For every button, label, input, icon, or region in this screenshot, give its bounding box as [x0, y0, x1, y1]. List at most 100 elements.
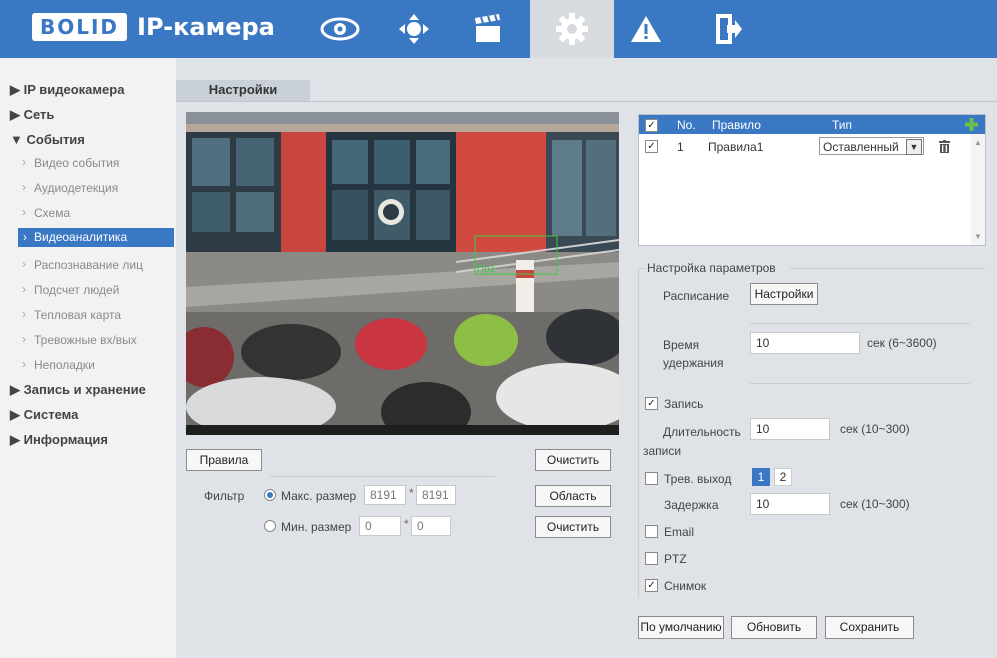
- params-border-top-b: [790, 268, 985, 269]
- sidebar-section-system[interactable]: ▶ Система: [10, 407, 78, 423]
- tab-bar: Настройки: [176, 80, 997, 102]
- save-button[interactable]: Сохранить: [825, 616, 914, 639]
- eye-icon: [320, 17, 360, 41]
- filter-divider: [270, 476, 495, 477]
- record-label: Запись: [664, 397, 704, 411]
- table-row[interactable]: ✓ 1 Правила1 Оставленный ▼: [639, 137, 969, 157]
- detection-rule-label: Пр1: [477, 264, 496, 275]
- alarm-out-2-toggle[interactable]: 2: [774, 468, 792, 486]
- rules-button[interactable]: Правила: [186, 449, 262, 471]
- hold-time-range: сек (6~3600): [867, 336, 937, 350]
- sidebar-item-heat-map[interactable]: Тепловая карта: [22, 307, 121, 322]
- camera-scene-image: Пр1: [186, 112, 619, 435]
- snapshot-checkbox[interactable]: ✓: [645, 579, 658, 592]
- top-bar: BOLID IP-камера: [0, 0, 997, 59]
- schedule-settings-button[interactable]: Настройки: [750, 283, 818, 305]
- delay-input[interactable]: 10: [750, 493, 830, 515]
- scroll-down-icon[interactable]: ▼: [974, 232, 982, 241]
- alarm-nav[interactable]: [604, 0, 688, 58]
- record-duration-label-2: записи: [643, 444, 682, 458]
- sidebar-section-info[interactable]: ▶ Информация: [10, 432, 108, 448]
- clear-button-bottom[interactable]: Очистить: [535, 516, 611, 538]
- times-sign: *: [409, 486, 414, 500]
- delay-range: сек (10~300): [840, 497, 910, 511]
- ptz-nav[interactable]: [372, 0, 456, 58]
- clapperboard-icon: [475, 14, 500, 42]
- max-size-radio[interactable]: [264, 489, 276, 501]
- row-rule-name[interactable]: Правила1: [708, 140, 763, 154]
- params-legend: Настройка параметров: [647, 261, 776, 275]
- params-border-top-a: [638, 268, 646, 269]
- min-height-input[interactable]: 0: [411, 516, 451, 536]
- row-checkbox[interactable]: ✓: [645, 140, 658, 153]
- max-height-input[interactable]: 8191: [416, 485, 456, 505]
- min-size-label: Мин. размер: [281, 520, 352, 534]
- product-title: IP-камера: [137, 13, 275, 41]
- sidebar-section-network[interactable]: ▶ Сеть: [10, 107, 54, 123]
- sidebar-item-video-events[interactable]: Видео события: [22, 155, 119, 170]
- min-width-input[interactable]: 0: [359, 516, 401, 536]
- sidebar-section-ip-camera[interactable]: ▶ IP видеокамера: [10, 82, 124, 98]
- logout-icon: [716, 14, 742, 44]
- live-view-nav[interactable]: [298, 0, 382, 58]
- alarm-out-label: Трев. выход: [664, 472, 732, 486]
- hold-time-label: Время: [663, 338, 700, 352]
- warning-icon: [631, 16, 661, 42]
- playback-nav[interactable]: [446, 0, 530, 58]
- hold-time-input[interactable]: 10: [750, 332, 860, 354]
- settings-nav[interactable]: [530, 0, 614, 58]
- divider-1: [750, 323, 970, 324]
- times-sign-2: *: [404, 517, 409, 531]
- sidebar-item-scheme[interactable]: Схема: [22, 205, 70, 220]
- delay-label: Задержка: [664, 498, 719, 512]
- video-preview[interactable]: Пр1: [186, 112, 619, 435]
- sidebar-item-people-counting[interactable]: Подсчет людей: [22, 282, 119, 297]
- logo: BOLID IP-камера: [32, 13, 275, 41]
- refresh-button[interactable]: Обновить: [731, 616, 817, 639]
- default-button[interactable]: По умолчанию: [638, 616, 724, 639]
- rule-type-value: Оставленный: [823, 140, 899, 154]
- rules-table-header: ✓ No. Правило Тип: [639, 115, 985, 134]
- area-button[interactable]: Область: [535, 485, 611, 507]
- col-type: Тип: [832, 118, 853, 132]
- divider-2: [750, 383, 970, 384]
- row-no: 1: [677, 140, 684, 154]
- rule-type-select[interactable]: Оставленный ▼: [819, 137, 924, 155]
- max-size-label: Макс. размер: [281, 489, 357, 503]
- max-width-input[interactable]: 8191: [364, 485, 406, 505]
- clear-button-top[interactable]: Очистить: [535, 449, 611, 471]
- email-label: Email: [664, 525, 695, 539]
- brand-logo: BOLID: [32, 13, 128, 41]
- gear-icon: [556, 13, 588, 45]
- table-scrollbar[interactable]: ▲ ▼: [971, 134, 985, 245]
- sidebar-section-storage[interactable]: ▶ Запись и хранение: [10, 382, 146, 398]
- add-rule-icon[interactable]: [965, 118, 978, 131]
- record-checkbox[interactable]: ✓: [645, 397, 658, 410]
- col-rule: Правило: [712, 118, 761, 132]
- sidebar-item-alarm-io[interactable]: Тревожные вх/вых: [22, 332, 137, 347]
- ptz-checkbox[interactable]: [645, 552, 658, 565]
- email-checkbox[interactable]: [645, 525, 658, 538]
- filter-label: Фильтр: [204, 489, 245, 503]
- sidebar-section-events[interactable]: ▼ События: [10, 132, 85, 147]
- chevron-down-icon: ▼: [906, 139, 922, 155]
- alarm-out-checkbox[interactable]: [645, 472, 658, 485]
- rules-table: ✓ No. Правило Тип ✓ 1 Правила1 Оставленн…: [638, 114, 986, 246]
- record-duration-label: Длительность: [663, 425, 741, 439]
- select-all-checkbox[interactable]: ✓: [645, 119, 658, 132]
- sidebar-item-malfunctions[interactable]: Неполадки: [22, 357, 95, 372]
- logout-nav[interactable]: [686, 0, 770, 58]
- alarm-out-1-toggle[interactable]: 1: [752, 468, 770, 486]
- ptz-icon: [399, 14, 429, 44]
- scroll-up-icon[interactable]: ▲: [974, 138, 982, 147]
- tab-settings[interactable]: Настройки: [176, 80, 310, 101]
- hold-time-label-2: удержания: [663, 356, 724, 370]
- min-size-radio[interactable]: [264, 520, 276, 532]
- sidebar-item-face-recognition[interactable]: Распознавание лиц: [22, 257, 143, 272]
- sidebar-item-audio-detection[interactable]: Аудиодетекция: [22, 180, 118, 195]
- delete-rule-icon[interactable]: [939, 140, 950, 153]
- sidebar-item-video-analytics[interactable]: Видеоаналитика: [18, 228, 174, 247]
- record-duration-input[interactable]: 10: [750, 418, 830, 440]
- col-no: No.: [677, 118, 696, 132]
- ptz-label: PTZ: [664, 552, 687, 566]
